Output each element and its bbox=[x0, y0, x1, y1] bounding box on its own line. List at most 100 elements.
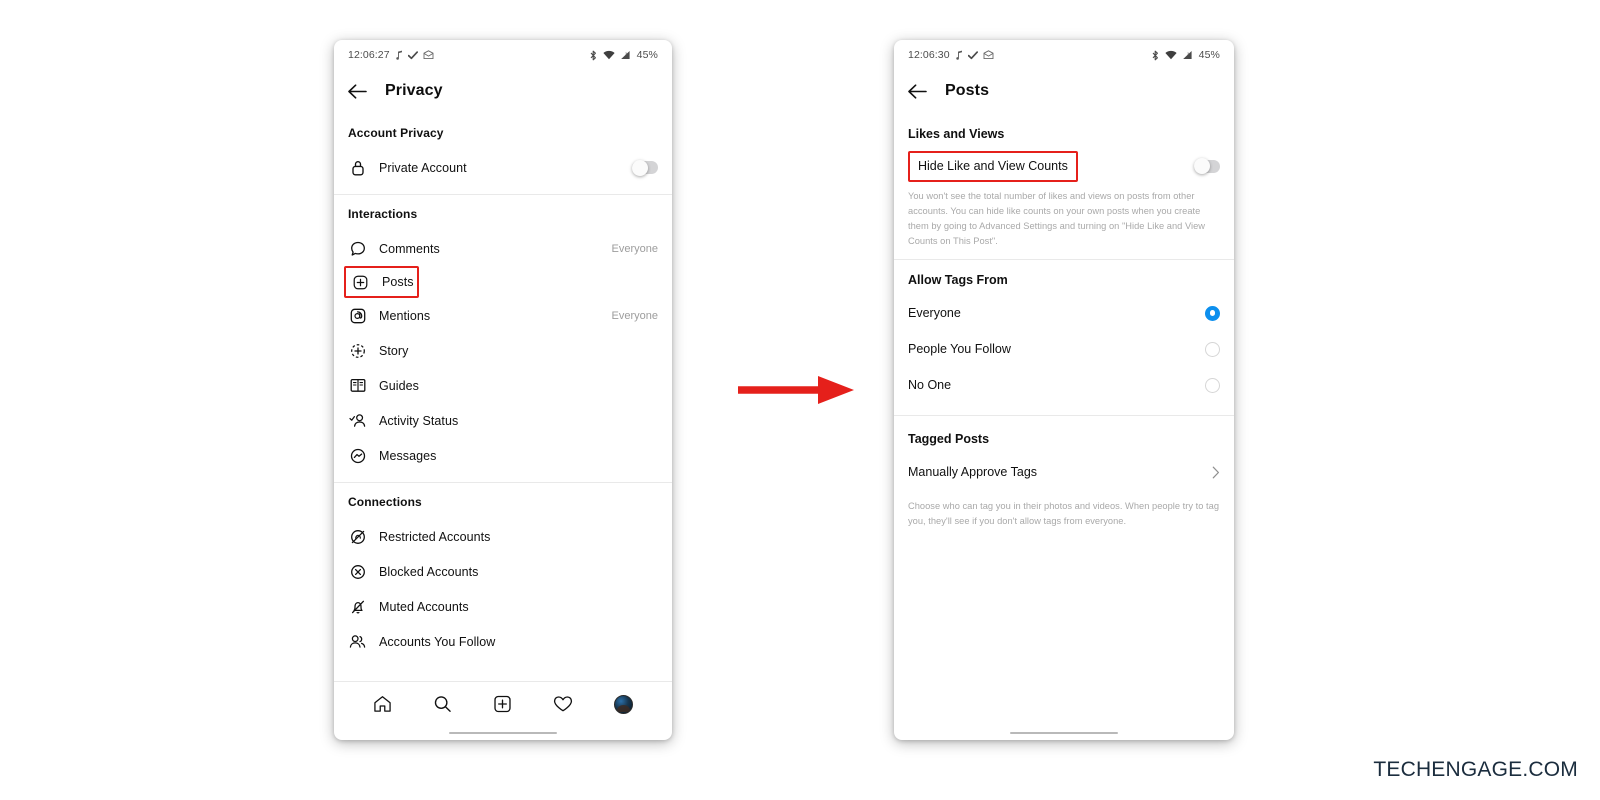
option-no-one[interactable]: No One bbox=[894, 367, 1234, 403]
row-label: Messages bbox=[379, 448, 437, 463]
row-label: Guides bbox=[379, 378, 419, 393]
row-label: Comments bbox=[379, 241, 440, 256]
row-label: Manually Approve Tags bbox=[908, 465, 1038, 480]
settings-list-right: Likes and Views Hide Like and View Count… bbox=[894, 114, 1234, 726]
row-label: Posts bbox=[382, 275, 414, 289]
wifi-icon bbox=[1165, 50, 1177, 60]
story-plus-icon bbox=[348, 343, 367, 359]
row-label: Muted Accounts bbox=[379, 599, 469, 614]
radio-everyone[interactable] bbox=[1205, 305, 1220, 321]
comment-icon bbox=[348, 241, 367, 257]
at-icon bbox=[348, 308, 367, 324]
profile-avatar[interactable] bbox=[614, 694, 634, 714]
page-title: Privacy bbox=[385, 82, 443, 99]
hide-like-counts-toggle[interactable] bbox=[1194, 158, 1220, 174]
people-icon bbox=[348, 634, 367, 649]
battery-percent: 45% bbox=[1198, 49, 1220, 61]
signal-icon: x bbox=[1182, 50, 1193, 60]
home-indicator-right bbox=[894, 726, 1234, 740]
option-label: No One bbox=[908, 378, 952, 393]
bluetooth-icon bbox=[589, 50, 598, 61]
option-label: Everyone bbox=[908, 306, 961, 321]
row-hide-like-and-view-counts[interactable]: Hide Like and View Counts bbox=[894, 149, 1234, 183]
row-mentions[interactable]: Mentions Everyone bbox=[334, 298, 672, 333]
wifi-icon bbox=[603, 50, 615, 60]
create-plus-icon[interactable] bbox=[493, 695, 512, 713]
help-text-tagged: Choose who can tag you in their photos a… bbox=[908, 501, 1220, 527]
row-label: Blocked Accounts bbox=[379, 564, 479, 579]
muted-bell-icon bbox=[348, 599, 367, 615]
section-heading-interactions: Interactions bbox=[348, 207, 418, 221]
svg-text:x: x bbox=[1187, 51, 1189, 55]
row-muted-accounts[interactable]: Muted Accounts bbox=[334, 589, 672, 624]
settings-list-left: Account Privacy Private Account Interact… bbox=[334, 114, 672, 681]
bluetooth-icon bbox=[1151, 50, 1160, 61]
row-label: Activity Status bbox=[379, 413, 459, 428]
row-comments[interactable]: Comments Everyone bbox=[334, 231, 672, 266]
section-heading-tagged-posts: Tagged Posts bbox=[908, 432, 990, 447]
music-note-icon bbox=[395, 50, 403, 60]
toggle-knob bbox=[632, 159, 648, 176]
row-label: Story bbox=[379, 343, 409, 358]
row-value: Everyone bbox=[611, 309, 658, 322]
status-time: 12:06:27 bbox=[348, 49, 390, 61]
row-accounts-you-follow[interactable]: Accounts You Follow bbox=[334, 624, 672, 659]
row-blocked-accounts[interactable]: Blocked Accounts bbox=[334, 554, 672, 589]
help-text-likes: You won't see the total number of likes … bbox=[908, 191, 1206, 247]
signal-icon: x bbox=[620, 50, 631, 60]
navbar-left: Privacy bbox=[334, 68, 672, 114]
option-people-you-follow[interactable]: People You Follow bbox=[894, 331, 1234, 367]
section-heading-allow-tags-from: Allow Tags From bbox=[908, 273, 1008, 288]
row-posts[interactable]: Posts bbox=[344, 266, 419, 298]
row-private-account[interactable]: Private Account bbox=[334, 150, 672, 185]
mail-icon bbox=[423, 50, 434, 60]
row-restricted-accounts[interactable]: Restricted Accounts bbox=[334, 519, 672, 554]
section-heading-likes-and-views: Likes and Views bbox=[908, 127, 1005, 141]
heart-icon[interactable] bbox=[553, 695, 573, 713]
battery-percent: 45% bbox=[636, 49, 658, 61]
back-arrow-icon[interactable] bbox=[348, 83, 367, 99]
option-label: People You Follow bbox=[908, 342, 1011, 357]
row-label: Mentions bbox=[379, 308, 431, 323]
private-account-toggle[interactable] bbox=[632, 159, 658, 176]
search-icon[interactable] bbox=[433, 695, 452, 713]
row-manually-approve-tags[interactable]: Manually Approve Tags bbox=[894, 454, 1234, 490]
messenger-icon bbox=[348, 448, 367, 464]
section-heading-connections: Connections bbox=[348, 495, 422, 509]
radio-no-one[interactable] bbox=[1205, 377, 1220, 393]
plus-square-icon bbox=[351, 275, 370, 290]
phone-screenshot-right: 12:06:30 x 45% Posts Likes and Views Hid… bbox=[894, 40, 1234, 740]
status-time: 12:06:30 bbox=[908, 49, 950, 61]
navbar-right: Posts bbox=[894, 68, 1234, 114]
guides-icon bbox=[348, 378, 367, 393]
home-bar[interactable] bbox=[1010, 731, 1118, 735]
radio-people-you-follow[interactable] bbox=[1205, 341, 1220, 357]
home-bar[interactable] bbox=[449, 731, 557, 735]
mail-icon bbox=[983, 50, 994, 60]
option-everyone[interactable]: Everyone bbox=[894, 295, 1234, 331]
page-title: Posts bbox=[945, 82, 990, 99]
phone-screenshot-left: 12:06:27 x 45% Privacy Account Privacy P… bbox=[334, 40, 672, 740]
watermark: TECHENGAGE.COM bbox=[1373, 758, 1578, 781]
row-activity-status[interactable]: Activity Status bbox=[334, 403, 672, 438]
row-label: Hide Like and View Counts bbox=[918, 158, 1068, 173]
row-label: Accounts You Follow bbox=[379, 634, 496, 649]
avatar bbox=[614, 694, 634, 714]
back-arrow-icon[interactable] bbox=[908, 83, 927, 99]
row-messages[interactable]: Messages bbox=[334, 438, 672, 473]
bottom-tabbar bbox=[334, 682, 672, 726]
status-bar-right: 12:06:30 x 45% bbox=[894, 40, 1234, 68]
hide-counts-highlight: Hide Like and View Counts bbox=[908, 150, 1078, 182]
music-note-icon bbox=[955, 50, 963, 60]
row-story[interactable]: Story bbox=[334, 333, 672, 368]
section-heading-account-privacy: Account Privacy bbox=[348, 126, 444, 140]
svg-text:x: x bbox=[625, 51, 627, 55]
row-guides[interactable]: Guides bbox=[334, 368, 672, 403]
activity-status-icon bbox=[348, 413, 367, 428]
check-icon bbox=[407, 50, 418, 60]
row-value: Everyone bbox=[611, 242, 658, 255]
row-label: Restricted Accounts bbox=[379, 529, 491, 544]
home-icon[interactable] bbox=[373, 695, 392, 713]
blocked-icon bbox=[348, 564, 367, 580]
